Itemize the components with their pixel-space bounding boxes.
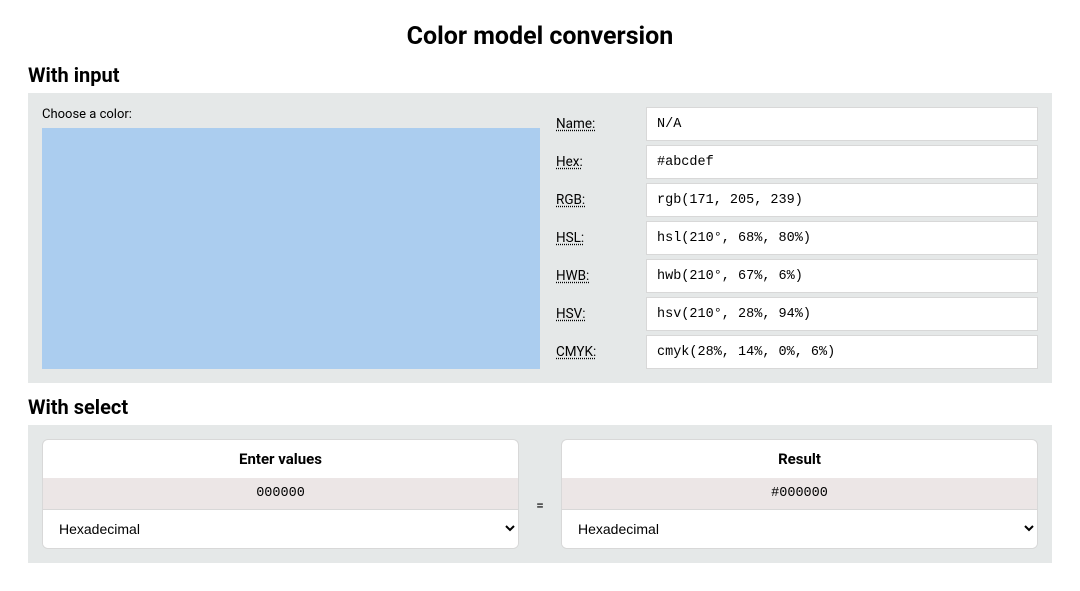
readout-row-cmyk: CMYK: cmyk(28%, 14%, 0%, 6%) — [556, 335, 1038, 369]
readout-label-name[interactable]: Name: — [556, 116, 634, 132]
readout-row-name: Name: N/A — [556, 107, 1038, 141]
readout-label-hwb[interactable]: HWB: — [556, 268, 634, 284]
enter-values-card: Enter values 000000 Hexadecimal — [42, 439, 519, 549]
readout-value-hex: #abcdef — [646, 145, 1038, 179]
readout-label-cmyk[interactable]: CMYK: — [556, 344, 634, 360]
readout-row-hsl: HSL: hsl(210°, 68%, 80%) — [556, 221, 1038, 255]
readout-row-hsv: HSV: hsv(210°, 28%, 94%) — [556, 297, 1038, 331]
readout-label-rgb[interactable]: RGB: — [556, 192, 634, 208]
readout-label-hex[interactable]: Hex: — [556, 154, 634, 170]
readout-value-rgb: rgb(171, 205, 239) — [646, 183, 1038, 217]
with-select-heading: With select — [28, 395, 1052, 419]
result-format-select[interactable]: Hexadecimal — [562, 509, 1037, 548]
color-readouts: Name: N/A Hex: #abcdef RGB: rgb(171, 205… — [556, 107, 1038, 369]
color-swatch-input[interactable] — [42, 128, 540, 369]
with-input-panel: Choose a color: Name: N/A Hex: #abcdef R… — [28, 93, 1052, 383]
readout-value-cmyk: cmyk(28%, 14%, 0%, 6%) — [646, 335, 1038, 369]
enter-values-value[interactable]: 000000 — [43, 478, 518, 509]
readout-value-name: N/A — [646, 107, 1038, 141]
color-chooser: Choose a color: — [42, 107, 540, 369]
result-header: Result — [562, 440, 1037, 478]
page-title: Color model conversion — [28, 22, 1052, 51]
with-input-heading: With input — [28, 63, 1052, 87]
enter-values-header: Enter values — [43, 440, 518, 478]
equals-sign: = — [533, 474, 547, 514]
chooser-label: Choose a color: — [42, 107, 540, 122]
readout-row-hwb: HWB: hwb(210°, 67%, 6%) — [556, 259, 1038, 293]
readout-row-rgb: RGB: rgb(171, 205, 239) — [556, 183, 1038, 217]
readout-label-hsv[interactable]: HSV: — [556, 306, 634, 322]
readout-value-hwb: hwb(210°, 67%, 6%) — [646, 259, 1038, 293]
readout-value-hsv: hsv(210°, 28%, 94%) — [646, 297, 1038, 331]
result-value: #000000 — [562, 478, 1037, 509]
readout-value-hsl: hsl(210°, 68%, 80%) — [646, 221, 1038, 255]
readout-label-hsl[interactable]: HSL: — [556, 230, 634, 246]
with-select-panel: Enter values 000000 Hexadecimal = Result… — [28, 425, 1052, 563]
readout-row-hex: Hex: #abcdef — [556, 145, 1038, 179]
enter-values-format-select[interactable]: Hexadecimal — [43, 509, 518, 548]
result-card: Result #000000 Hexadecimal — [561, 439, 1038, 549]
